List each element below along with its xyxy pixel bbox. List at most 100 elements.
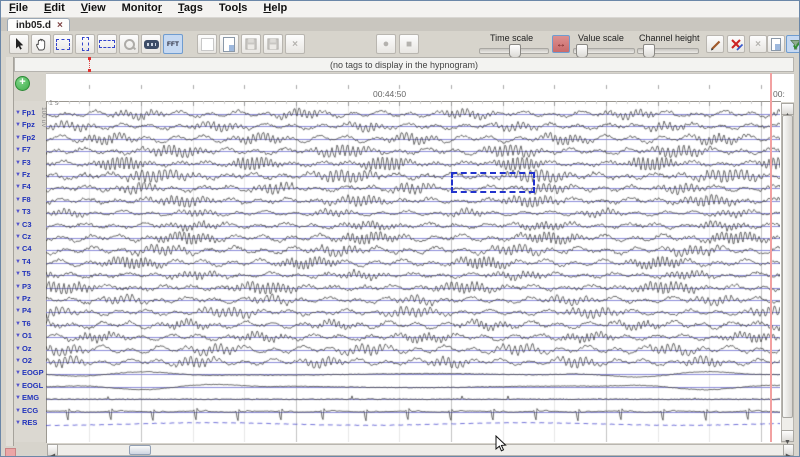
channel-expand-icon[interactable]: ▼ — [15, 358, 21, 364]
channel-label-eogl[interactable]: ▼EOGL — [15, 381, 43, 391]
selection-box[interactable] — [451, 172, 535, 193]
channel-expand-icon[interactable]: ▼ — [15, 184, 21, 190]
channel-label-res[interactable]: ▼RES — [15, 418, 37, 428]
channel-expand-icon[interactable]: ▼ — [15, 209, 21, 215]
value-scale-thumb[interactable] — [576, 44, 588, 58]
reset-time-scale-button[interactable]: ↔ — [552, 35, 570, 53]
add-tag-button[interactable]: + — [15, 76, 30, 91]
channel-expand-icon[interactable]: ▼ — [15, 147, 21, 153]
zoom-tool-button[interactable] — [119, 34, 139, 54]
channel-label-emg[interactable]: ▼EMG — [15, 393, 39, 403]
channel-expand-icon[interactable]: ▼ — [15, 197, 21, 203]
channel-expand-icon[interactable]: ▼ — [15, 234, 21, 240]
channel-label-fp2[interactable]: ▼Fp2 — [15, 133, 35, 143]
delete-tag-button[interactable] — [727, 35, 745, 53]
channel-label-o1[interactable]: ▼O1 — [15, 331, 32, 341]
time-scale-slider[interactable] — [479, 48, 549, 54]
channel-expand-icon[interactable]: ▼ — [15, 160, 21, 166]
time-scale-thumb[interactable] — [509, 44, 521, 58]
value-scale-slider[interactable] — [573, 48, 635, 54]
scroll-left-button[interactable]: ◀ — [47, 444, 58, 456]
pointer-tool-button[interactable] — [9, 34, 29, 54]
fft-button[interactable]: FFT — [163, 34, 183, 54]
menu-edit[interactable]: Edit — [36, 1, 73, 16]
copy-page-button[interactable] — [219, 34, 239, 54]
menu-view[interactable]: View — [73, 1, 114, 16]
menu-monitor[interactable]: Monitor — [114, 1, 170, 16]
channel-label-f3[interactable]: ▼F3 — [15, 158, 31, 168]
record-button[interactable]: ● — [376, 34, 396, 54]
menu-help[interactable]: Help — [255, 1, 295, 16]
channel-label-cz[interactable]: ▼Cz — [15, 232, 31, 242]
timeline-ruler[interactable] — [46, 73, 794, 101]
menu-file[interactable]: File — [1, 1, 36, 16]
channel-expand-icon[interactable]: ▼ — [15, 408, 21, 414]
channel-label-pz[interactable]: ▼Pz — [15, 294, 31, 304]
scroll-down-button[interactable]: ▼ — [781, 430, 794, 442]
menu-tags[interactable]: Tags — [170, 1, 211, 16]
blank-view-button[interactable] — [197, 34, 217, 54]
channel-height-thumb[interactable] — [643, 44, 655, 58]
menu-tools[interactable]: Tools — [211, 1, 256, 16]
tab-close-icon[interactable]: × — [57, 20, 63, 31]
vertical-scroll-thumb[interactable] — [782, 115, 793, 418]
report-button[interactable] — [767, 35, 785, 53]
signal-canvas[interactable] — [46, 101, 780, 442]
channel-expand-icon[interactable]: ▼ — [15, 395, 21, 401]
channel-label-c3[interactable]: ▼C3 — [15, 220, 32, 230]
left-splitter[interactable] — [6, 57, 14, 446]
channel-expand-icon[interactable]: ▼ — [15, 383, 21, 389]
close-file-button[interactable]: × — [285, 34, 305, 54]
channel-expand-icon[interactable]: ▼ — [15, 333, 21, 339]
channel-label-f4[interactable]: ▼F4 — [15, 182, 31, 192]
horizontal-scroll-thumb[interactable] — [129, 445, 151, 455]
channel-label-fpz[interactable]: ▼Fpz — [15, 120, 35, 130]
channel-expand-icon[interactable]: ▼ — [15, 259, 21, 265]
channel-label-p4[interactable]: ▼P4 — [15, 306, 31, 316]
channel-label-fz[interactable]: ▼Fz — [15, 170, 30, 180]
channel-label-fp1[interactable]: ▼Fp1 — [15, 108, 35, 118]
channel-expand-icon[interactable]: ▼ — [15, 122, 21, 128]
channel-expand-icon[interactable]: ▼ — [15, 370, 21, 376]
channel-label-t6[interactable]: ▼T6 — [15, 319, 31, 329]
channel-label-t5[interactable]: ▼T5 — [15, 269, 31, 279]
measure-tool-button[interactable] — [141, 34, 161, 54]
vertical-select-tool-button[interactable] — [75, 34, 95, 54]
channel-label-t4[interactable]: ▼T4 — [15, 257, 31, 267]
box-select-tool-button[interactable] — [53, 34, 73, 54]
horizontal-scrollbar[interactable] — [47, 444, 794, 456]
channel-expand-icon[interactable]: ▼ — [15, 420, 21, 426]
channel-label-p3[interactable]: ▼P3 — [15, 282, 31, 292]
channel-height-slider[interactable] — [637, 48, 699, 54]
pan-tool-button[interactable] — [31, 34, 51, 54]
channel-label-ecg[interactable]: ▼ECG — [15, 406, 38, 416]
remove-all-button[interactable]: × — [749, 35, 767, 53]
horizontal-select-tool-button[interactable] — [97, 34, 117, 54]
channel-label-c4[interactable]: ▼C4 — [15, 244, 32, 254]
save-as-button[interactable] — [263, 34, 283, 54]
tab-inb05[interactable]: inb05.d× — [7, 18, 70, 32]
channel-label-f8[interactable]: ▼F8 — [15, 195, 31, 205]
channel-label-t3[interactable]: ▼T3 — [15, 207, 31, 217]
channel-expand-icon[interactable]: ▼ — [15, 172, 21, 178]
channel-label-oz[interactable]: ▼Oz — [15, 344, 32, 354]
channel-expand-icon[interactable]: ▼ — [15, 284, 21, 290]
channel-expand-icon[interactable]: ▼ — [15, 271, 21, 277]
channel-label-eogp[interactable]: ▼EOGP — [15, 368, 44, 378]
edit-tag-button[interactable] — [706, 35, 724, 53]
channel-expand-icon[interactable]: ▼ — [15, 135, 21, 141]
channel-expand-icon[interactable]: ▼ — [15, 296, 21, 302]
channel-expand-icon[interactable]: ▼ — [15, 110, 21, 116]
filter-button[interactable] — [786, 35, 800, 53]
stop-button[interactable]: ■ — [399, 34, 419, 54]
channel-expand-icon[interactable]: ▼ — [15, 246, 21, 252]
channel-expand-icon[interactable]: ▼ — [15, 222, 21, 228]
scroll-up-button[interactable]: ▲ — [781, 103, 794, 115]
channel-label-o2[interactable]: ▼O2 — [15, 356, 32, 366]
channel-expand-icon[interactable]: ▼ — [15, 346, 21, 352]
channel-expand-icon[interactable]: ▼ — [15, 321, 21, 327]
channel-label-f7[interactable]: ▼F7 — [15, 145, 31, 155]
scroll-right-button[interactable]: ▶ — [783, 444, 794, 456]
save-button[interactable] — [241, 34, 261, 54]
channel-expand-icon[interactable]: ▼ — [15, 308, 21, 314]
